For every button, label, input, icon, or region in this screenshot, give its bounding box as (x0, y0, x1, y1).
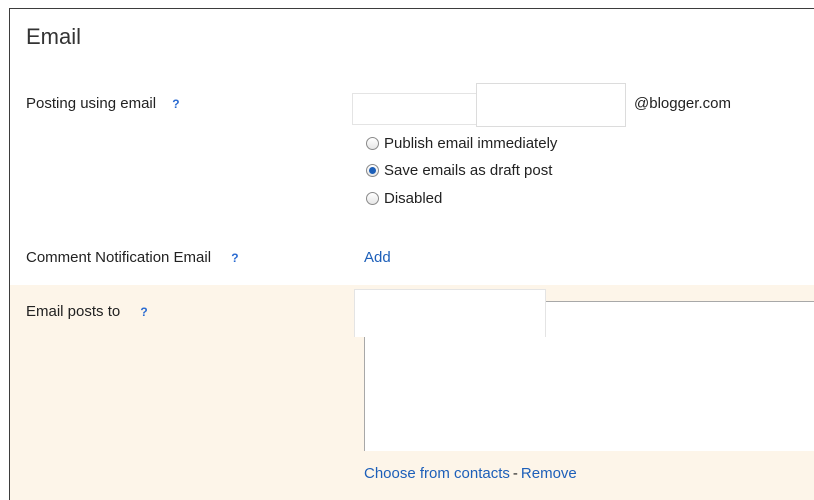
radio-label[interactable]: Disabled (384, 190, 442, 207)
radio-publish-immediately[interactable]: Publish email immediately (366, 135, 557, 152)
email-settings-panel: Email Posting using email ? @blogger.com… (9, 8, 814, 500)
blogger-domain-suffix: @blogger.com (634, 95, 731, 112)
link-separator: - (512, 465, 518, 482)
posting-email-input-overlay[interactable] (476, 83, 626, 127)
posting-email-help-icon[interactable]: ? (172, 97, 179, 111)
comment-notification-label: Comment Notification Email (26, 249, 212, 266)
add-comment-email-link[interactable]: Add (364, 249, 391, 266)
posting-email-label-row: Posting using email ? (26, 95, 180, 112)
email-posts-to-row: Email posts to ? Choose from contacts - Re… (10, 285, 814, 500)
remove-link[interactable]: Remove (521, 465, 577, 482)
comment-notification-label-row: Comment Notification Email ? (26, 249, 239, 266)
email-posts-label: Email posts to (26, 303, 121, 320)
email-posts-label-row: Email posts to ? (26, 303, 148, 320)
section-title: Email (26, 24, 82, 49)
comment-notification-help-icon[interactable]: ? (231, 251, 238, 265)
radio-button[interactable] (366, 192, 379, 205)
radio-button-checked[interactable] (366, 164, 379, 177)
radio-label[interactable]: Save emails as draft post (384, 162, 552, 179)
contacts-links: Choose from contacts - Remove (364, 465, 577, 483)
choose-from-contacts-link[interactable]: Choose from contacts (364, 465, 510, 482)
email-posts-input-overlay[interactable] (354, 289, 546, 337)
radio-button[interactable] (366, 137, 379, 150)
radio-save-draft[interactable]: Save emails as draft post (366, 162, 552, 179)
posting-email-label: Posting using email (26, 95, 157, 112)
radio-disabled[interactable]: Disabled (366, 190, 442, 207)
radio-label[interactable]: Publish email immediately (384, 135, 557, 152)
email-posts-help-icon[interactable]: ? (140, 305, 147, 319)
